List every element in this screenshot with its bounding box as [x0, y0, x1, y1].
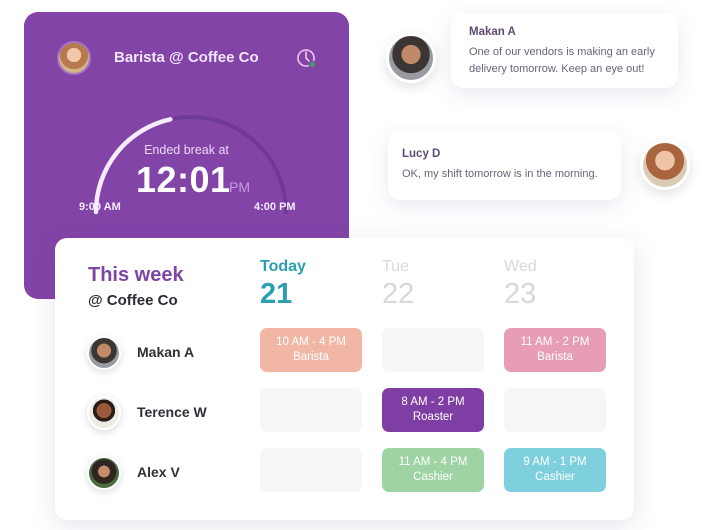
day-number-wed: 23 — [504, 278, 537, 310]
message-sender: Lucy D — [402, 148, 441, 160]
status-label: Ended break at — [144, 143, 229, 157]
shift-time: 11 AM - 2 PM — [520, 336, 590, 348]
message-bubble[interactable]: Makan A One of our vendors is making an … — [451, 13, 678, 88]
employee-name: Alex V — [137, 464, 180, 480]
lucy-avatar — [640, 140, 690, 190]
shift-title: Barista @ Coffee Co — [114, 49, 259, 66]
shift-block[interactable]: 8 AM - 2 PM Roaster — [382, 388, 484, 432]
shift-end-label: 4:00 PM — [254, 201, 296, 213]
shift-time: 11 AM - 4 PM — [398, 456, 468, 468]
employee-name: Terence W — [137, 404, 207, 420]
message-text: OK, my shift tomorrow is in the morning. — [402, 168, 598, 180]
shift-block[interactable]: 10 AM - 4 PM Barista — [260, 328, 362, 372]
employee-avatar — [87, 456, 121, 490]
schedule-title: This week — [88, 264, 184, 286]
schedule-subtitle: @ Coffee Co — [88, 292, 178, 309]
empty-shift-slot[interactable] — [260, 448, 362, 492]
shift-time: 9 AM - 1 PM — [523, 456, 587, 468]
day-name-today: Today — [260, 258, 306, 275]
day-name-tue: Tue — [382, 258, 409, 275]
shift-block[interactable]: 11 AM - 4 PM Cashier — [382, 448, 484, 492]
day-name-wed: Wed — [504, 258, 537, 275]
empty-shift-slot[interactable] — [260, 388, 362, 432]
employee-name: Makan A — [137, 344, 195, 360]
day-number-tue: 22 — [382, 278, 415, 310]
shift-block[interactable]: 9 AM - 1 PM Cashier — [504, 448, 606, 492]
break-time-ampm: PM — [229, 179, 250, 195]
message-line: One of our vendors is making an early — [469, 46, 655, 58]
user-avatar — [57, 41, 91, 75]
shift-block[interactable]: 11 AM - 2 PM Barista — [504, 328, 606, 372]
empty-shift-slot[interactable] — [504, 388, 606, 432]
shift-role: Cashier — [535, 471, 575, 483]
day-number-today: 21 — [260, 278, 293, 310]
shift-role: Barista — [537, 351, 573, 363]
message-line: delivery tomorrow. Keep an eye out! — [469, 63, 645, 75]
clock-status-icon[interactable] — [296, 48, 318, 70]
empty-shift-slot[interactable] — [382, 328, 484, 372]
shift-time: 8 AM - 2 PM — [401, 396, 465, 408]
shift-time: 10 AM - 4 PM — [276, 336, 346, 348]
employee-avatar — [87, 396, 121, 430]
shift-start-label: 9:00 AM — [79, 201, 121, 213]
break-time: 12:01 — [136, 159, 231, 200]
shift-role: Barista — [293, 351, 329, 363]
message-bubble[interactable]: Lucy D OK, my shift tomorrow is in the m… — [388, 131, 621, 200]
week-schedule-card: This week @ Coffee Co Today 21 Tue 22 We… — [55, 238, 634, 520]
makan-avatar — [386, 33, 436, 83]
shift-role: Roaster — [412, 411, 454, 423]
shift-role: Cashier — [413, 471, 453, 483]
employee-avatar — [87, 336, 121, 370]
message-text: One of our vendors is making an early de… — [469, 44, 655, 78]
message-sender: Makan A — [469, 26, 516, 38]
